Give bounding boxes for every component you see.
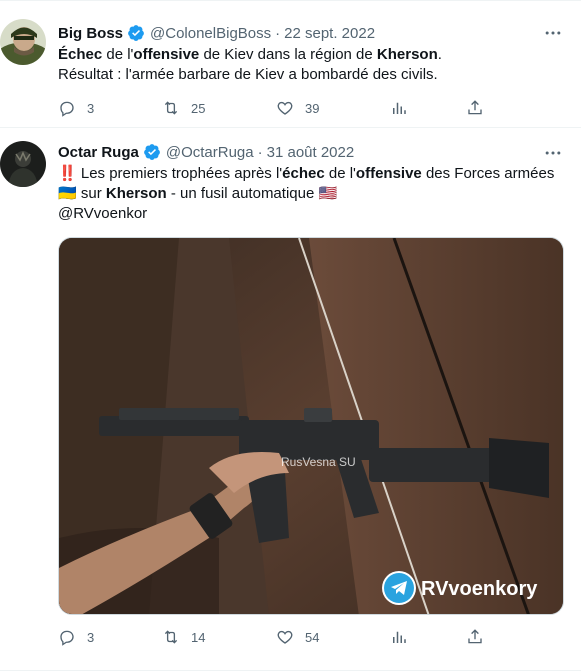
tweet-text-line2: 🇺🇦 sur Kherson - un fusil automatique 🇺🇸 (58, 184, 567, 204)
separator: · (275, 24, 281, 42)
text-segment: de l' (324, 165, 356, 182)
ukraine-flag-emoji: 🇺🇦 (58, 185, 77, 202)
telegram-icon (382, 571, 416, 605)
us-flag-emoji: 🇺🇸 (318, 185, 338, 202)
action-bar: 3 25 39 (58, 97, 488, 119)
tweet-text-line2: Résultat : l'armée barbare de Kiev a bom… (58, 66, 438, 83)
text-segment: Kherson (376, 46, 438, 63)
handle[interactable]: @ColonelBigBoss (150, 25, 271, 42)
tweet-media-photo[interactable]: RusVesna SU RVvoenkory (58, 237, 564, 615)
handle[interactable]: @OctarRuga (166, 144, 254, 161)
reply-count: 3 (87, 100, 95, 116)
views-icon (393, 102, 406, 114)
double-exclamation-emoji: ‼️ (58, 165, 77, 182)
like-button[interactable]: 39 (276, 97, 319, 119)
views-button[interactable] (390, 626, 408, 648)
reply-icon (60, 630, 74, 646)
separator: · (257, 143, 263, 161)
tweet-text-line1: Échec de l'offensive de Kiev dans la rég… (58, 45, 567, 65)
text-segment: des Forces armées (421, 165, 555, 182)
retweet-count: 25 (191, 100, 206, 116)
like-count: 54 (305, 629, 320, 645)
tweet-header: Big Boss @ColonelBigBoss · 22 sept. 2022 (58, 22, 375, 44)
timestamp[interactable]: 22 sept. 2022 (284, 25, 375, 42)
text-segment: Échec (58, 46, 103, 63)
text-segment: sur (76, 185, 106, 202)
reply-button[interactable]: 3 (58, 626, 94, 648)
reply-count: 3 (87, 629, 95, 645)
rifle-photo: RusVesna SU RVvoenkory (59, 238, 563, 614)
media-channel-label: RVvoenkory (421, 578, 538, 600)
text-segment: échec (282, 165, 325, 182)
tweet-big-boss[interactable]: Big Boss @ColonelBigBoss · 22 sept. 2022… (0, 0, 581, 128)
text-segment: de l' (102, 46, 134, 63)
text-segment: de Kiev dans la région de (199, 46, 377, 63)
reply-icon (60, 101, 74, 117)
text-segment: . (437, 46, 442, 63)
views-button[interactable] (390, 97, 408, 119)
retweet-icon (164, 630, 178, 644)
text-segment: offensive (355, 165, 422, 182)
avatar[interactable] (0, 19, 46, 65)
share-icon (468, 100, 482, 115)
tweet-text: Échec de l'offensive de Kiev dans la rég… (58, 45, 567, 85)
like-count: 39 (305, 100, 320, 116)
retweet-button[interactable]: 14 (162, 626, 205, 648)
text-segment: Les premiers trophées après l' (76, 165, 283, 182)
share-icon (468, 629, 482, 644)
media-watermark: RusVesna SU (281, 455, 356, 469)
display-name[interactable]: Big Boss (58, 25, 123, 42)
like-icon (277, 101, 293, 115)
like-button[interactable]: 54 (276, 626, 319, 648)
verified-badge-icon (143, 143, 161, 161)
timestamp[interactable]: 31 août 2022 (267, 144, 355, 161)
retweet-button[interactable]: 25 (162, 97, 205, 119)
tweet-header: Octar Ruga @OctarRuga · 31 août 2022 (58, 141, 354, 163)
more-icon[interactable] (543, 23, 563, 43)
verified-badge-icon (127, 24, 145, 42)
share-button[interactable] (466, 97, 484, 119)
text-segment: Kherson (105, 185, 167, 202)
more-icon[interactable] (543, 143, 563, 163)
like-icon (277, 630, 293, 644)
tweet-text: ‼️ Les premiers trophées après l'échec d… (58, 164, 567, 224)
avatar[interactable] (0, 141, 46, 187)
reply-button[interactable]: 3 (58, 97, 94, 119)
mention-link[interactable]: @RVvoenkor (58, 204, 567, 224)
text-segment: - un fusil automatique (166, 185, 319, 202)
retweet-icon (164, 101, 178, 115)
retweet-count: 14 (191, 629, 206, 645)
views-icon (393, 631, 406, 643)
display-name[interactable]: Octar Ruga (58, 144, 139, 161)
tweet-octar-ruga[interactable]: Octar Ruga @OctarRuga · 31 août 2022 ‼️ … (0, 129, 581, 671)
tweet-text-line1: ‼️ Les premiers trophées après l'échec d… (58, 164, 567, 184)
action-bar: 3 14 54 (58, 626, 488, 648)
share-button[interactable] (466, 626, 484, 648)
text-segment: offensive (133, 46, 200, 63)
